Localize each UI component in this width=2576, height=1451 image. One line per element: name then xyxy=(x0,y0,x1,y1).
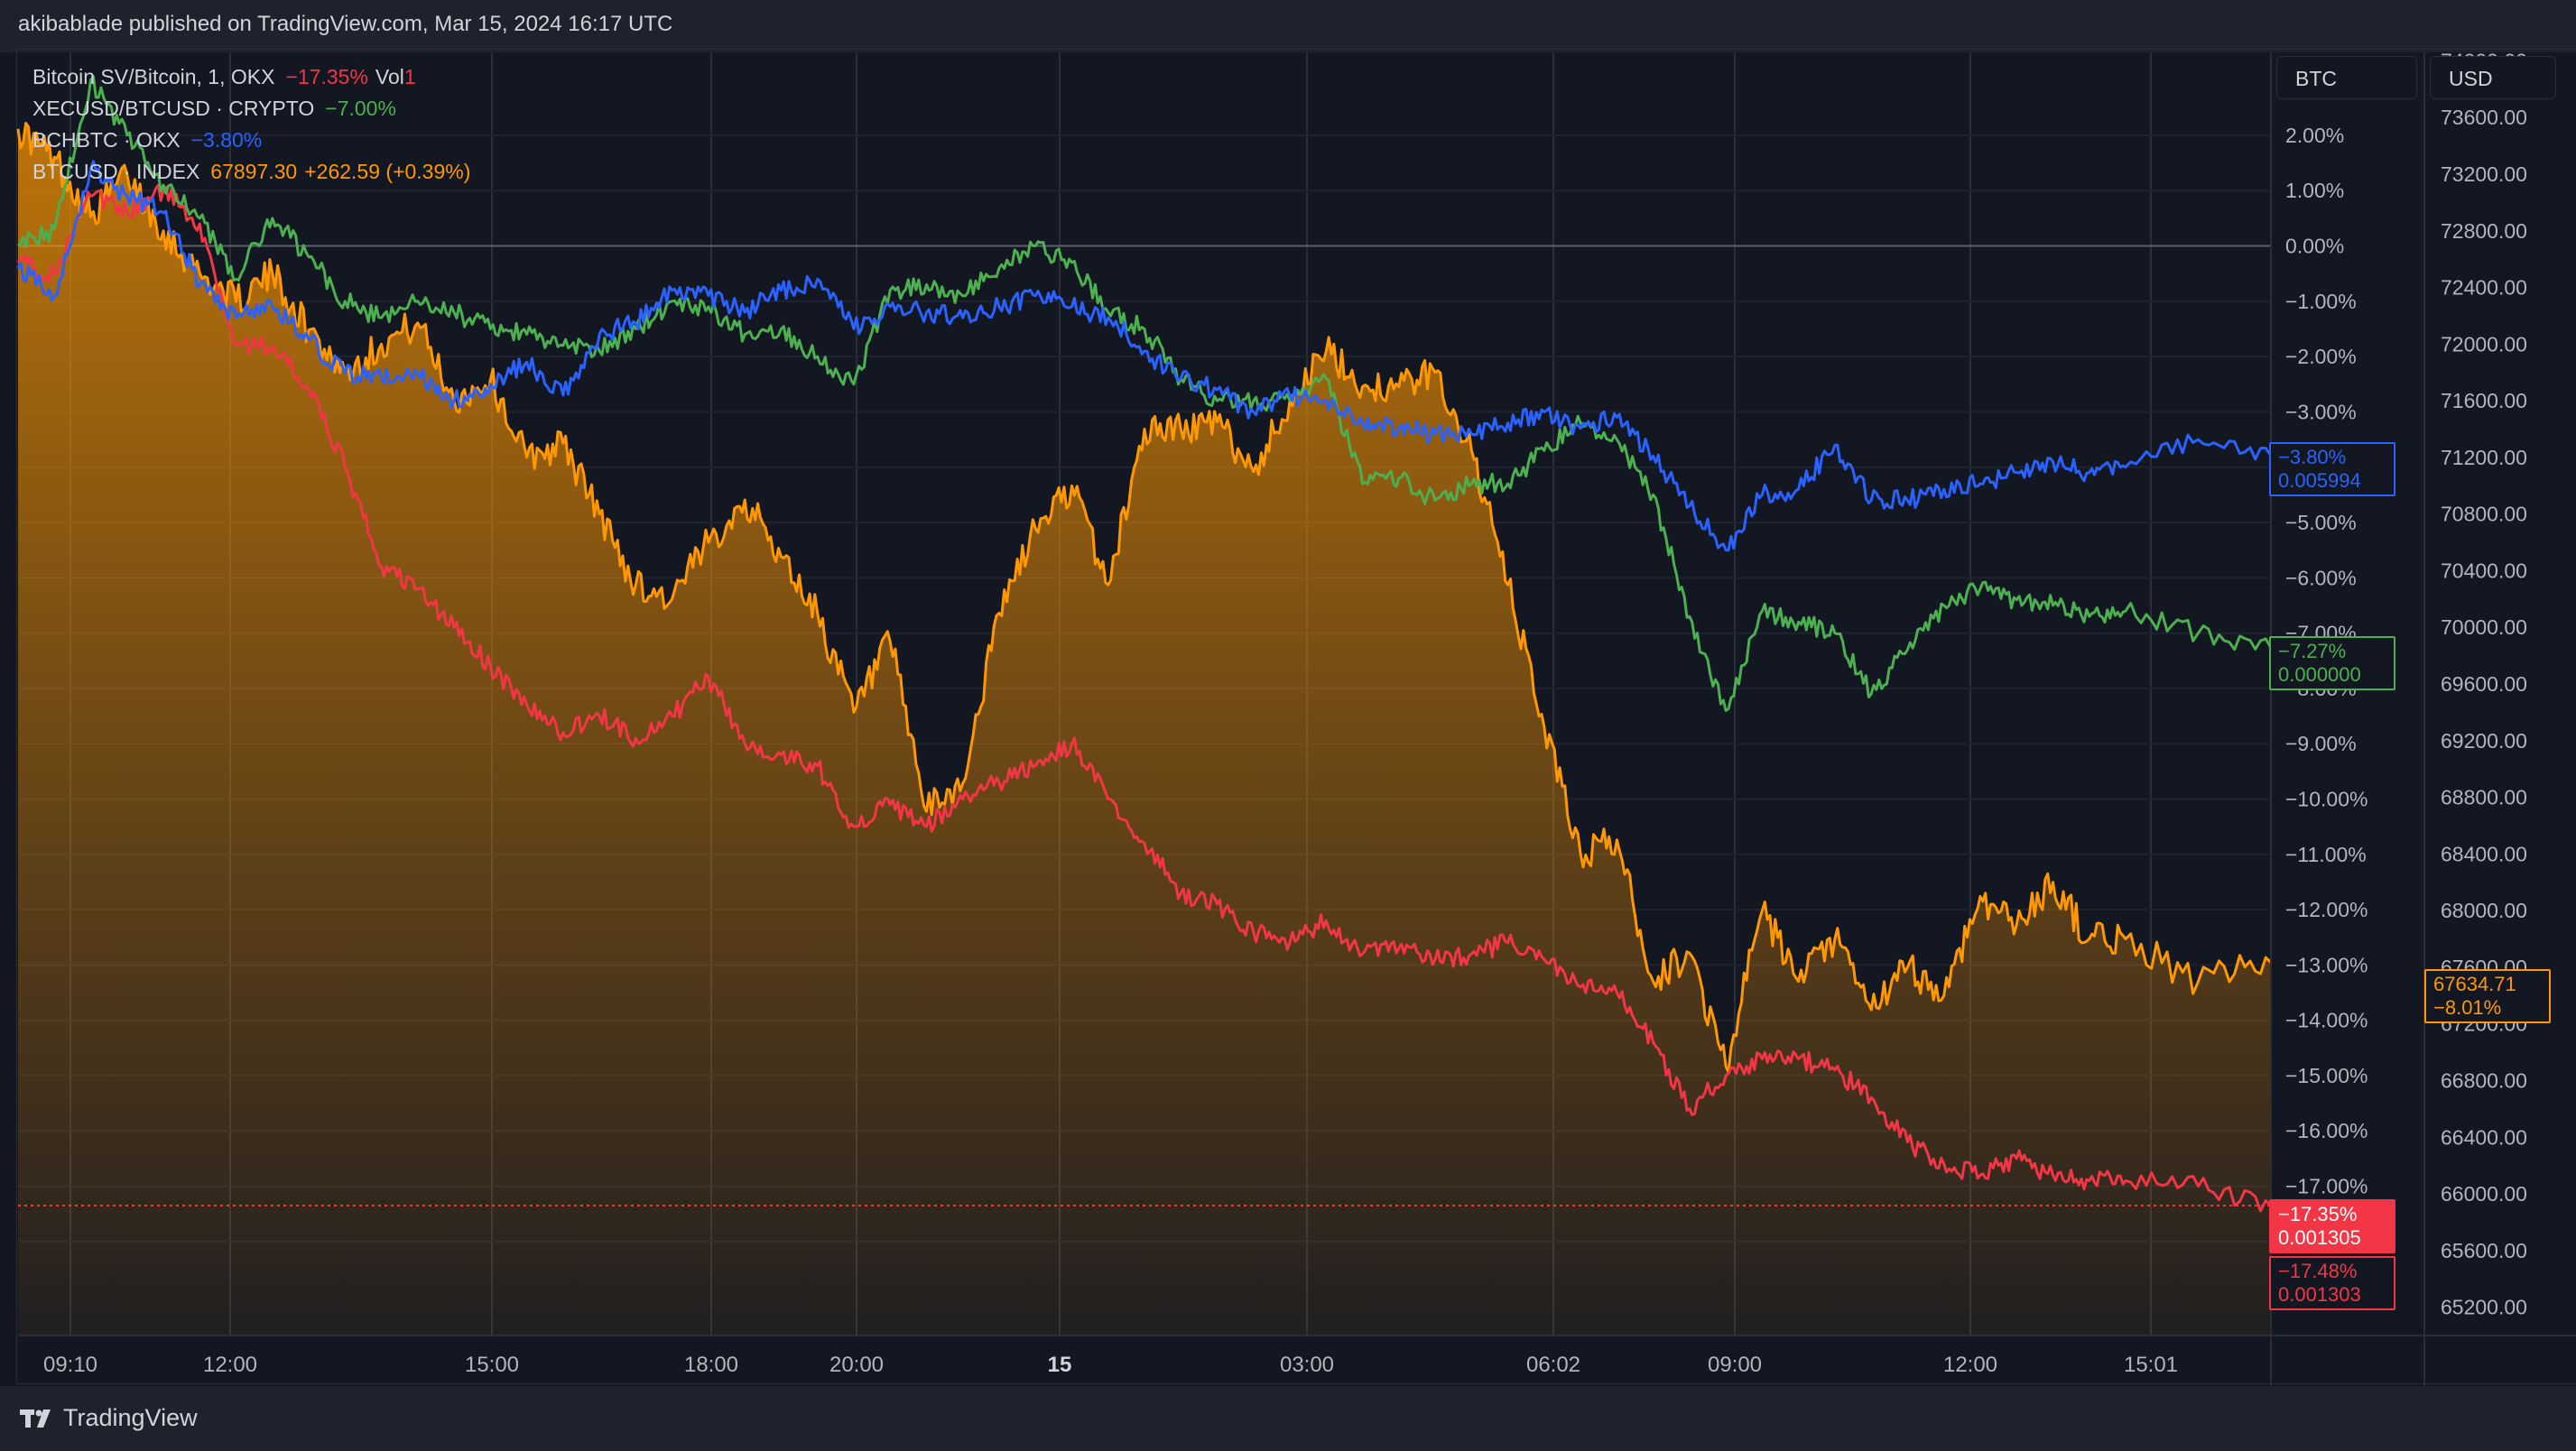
legend-symbol: XECUSD/BTCUSD · CRYPTO xyxy=(32,97,315,120)
pct-tick-label: −6.00% xyxy=(2285,566,2357,589)
pct-tick-label: −15.00% xyxy=(2285,1064,2368,1087)
xec-tag-value: 0.000000 xyxy=(2278,663,2361,686)
pct-tick-label: −13.00% xyxy=(2285,953,2368,976)
pct-tick-label: −5.00% xyxy=(2285,511,2357,534)
pct-tick-label: −9.00% xyxy=(2285,732,2357,755)
pct-tick-label: 2.00% xyxy=(2285,124,2344,147)
usd-tick-label: 72800.00 xyxy=(2441,219,2527,243)
bch-tag-value: 0.005994 xyxy=(2278,469,2361,492)
time-tick-label: 15 xyxy=(1048,1353,1072,1377)
btc-price-tag: 67634.71 −8.01% xyxy=(2424,969,2551,1023)
bsv-tag-value: 0.001305 xyxy=(2278,1226,2361,1249)
pct-tick-label: −10.00% xyxy=(2285,787,2368,810)
bch-price-tag: −3.80% 0.005994 xyxy=(2269,442,2395,496)
pct-tick-label: 1.00% xyxy=(2285,179,2344,202)
usd-tick-label: 70800.00 xyxy=(2441,503,2527,526)
xec-price-tag: −7.27% 0.000000 xyxy=(2269,636,2395,690)
usd-tick-label: 66400.00 xyxy=(2441,1125,2527,1149)
usd-tick-label: 70400.00 xyxy=(2441,559,2527,582)
legend-change: −3.80% xyxy=(190,128,263,152)
usd-tick-label: 65600.00 xyxy=(2441,1239,2527,1262)
legend-extra: +262.59 (+0.39%) xyxy=(304,160,471,183)
usd-tick-label: 71200.00 xyxy=(2441,446,2527,469)
tradingview-logo-icon xyxy=(20,1408,56,1429)
usd-tick-label: 71600.00 xyxy=(2441,389,2527,412)
xec-tag-pct: −7.27% xyxy=(2278,640,2347,662)
btc-scale-button[interactable]: BTC xyxy=(2276,56,2417,99)
time-tick-label: 12:00 xyxy=(1943,1353,1997,1377)
chart-canvas[interactable]: 2.00%1.00%0.00%−1.00%−2.00%−3.00%−4.00%−… xyxy=(0,0,2576,1451)
usd-tick-label: 68800.00 xyxy=(2441,786,2527,809)
legend-price: 67897.30 xyxy=(210,160,298,183)
time-tick-label: 09:10 xyxy=(43,1353,97,1377)
legend-change: −17.35% xyxy=(285,65,368,88)
pct-tick-label: −12.00% xyxy=(2285,898,2368,921)
pct-tick-label: −1.00% xyxy=(2285,290,2357,313)
usd-tick-label: 73600.00 xyxy=(2441,106,2527,129)
legend-symbol: Bitcoin SV/Bitcoin, 1, OKX xyxy=(32,65,275,88)
time-tick-label: 06:02 xyxy=(1526,1353,1580,1377)
legend-extra-value: 1 xyxy=(403,65,416,88)
usd-tick-label: 68400.00 xyxy=(2441,842,2527,865)
legend-row-xec[interactable]: XECUSD/BTCUSD · CRYPTO −7.00% xyxy=(32,93,470,125)
pct-tick-label: 0.00% xyxy=(2285,235,2344,258)
bsv-prev-tag-value: 0.001303 xyxy=(2278,1283,2361,1306)
pct-tick-label: −14.00% xyxy=(2285,1009,2368,1032)
bch-tag-pct: −3.80% xyxy=(2278,446,2347,468)
usd-tick-label: 65200.00 xyxy=(2441,1296,2527,1319)
time-tick-label: 12:00 xyxy=(203,1353,257,1377)
legend-change: −7.00% xyxy=(325,97,396,120)
pct-tick-label: −2.00% xyxy=(2285,345,2357,368)
pct-tick-label: −17.00% xyxy=(2285,1175,2368,1198)
legend-extra: Vol xyxy=(375,65,404,88)
bottom-bar xyxy=(0,1386,2576,1451)
pct-tick-label: −16.00% xyxy=(2285,1119,2368,1142)
time-tick-label: 15:00 xyxy=(465,1353,519,1377)
time-tick-label: 20:00 xyxy=(829,1353,884,1377)
time-tick-label: 09:00 xyxy=(1708,1353,1762,1377)
legend-row-bsv[interactable]: Bitcoin SV/Bitcoin, 1, OKX −17.35% Vol1 xyxy=(32,61,470,93)
btc-tag-pct: −8.01% xyxy=(2433,996,2502,1019)
bsv-price-tag-current: −17.35% 0.001305 xyxy=(2269,1199,2395,1253)
tradingview-brand[interactable]: TradingView xyxy=(20,1404,198,1432)
legend-row-btc[interactable]: BTCUSD · INDEX 67897.30 +262.59 (+0.39%) xyxy=(32,156,470,188)
chart-legend: Bitcoin SV/Bitcoin, 1, OKX −17.35% Vol1 XE… xyxy=(32,61,470,188)
usd-tick-label: 72400.00 xyxy=(2441,276,2527,300)
legend-symbol: BCHBTC · OKX xyxy=(32,128,181,152)
usd-tick-label: 70000.00 xyxy=(2441,615,2527,639)
bsv-price-tag-prev: −17.48% 0.001303 xyxy=(2269,1256,2395,1310)
bsv-prev-tag-pct: −17.48% xyxy=(2278,1260,2358,1282)
time-tick-label: 15:01 xyxy=(2124,1353,2178,1377)
usd-tick-label: 66000.00 xyxy=(2441,1182,2527,1206)
pct-tick-label: −11.00% xyxy=(2285,843,2367,866)
legend-symbol: BTCUSD · INDEX xyxy=(32,160,200,183)
usd-tick-label: 66800.00 xyxy=(2441,1068,2527,1092)
usd-tick-label: 72000.00 xyxy=(2441,332,2527,356)
usd-tick-label: 69600.00 xyxy=(2441,672,2527,696)
usd-tick-label: 69200.00 xyxy=(2441,729,2527,753)
time-tick-label: 18:00 xyxy=(684,1353,738,1377)
btc-tag-price: 67634.71 xyxy=(2433,973,2516,995)
usd-tick-label: 68000.00 xyxy=(2441,899,2527,922)
usd-tick-label: 73200.00 xyxy=(2441,162,2527,186)
legend-row-bch[interactable]: BCHBTC · OKX −3.80% xyxy=(32,125,470,156)
usd-scale-button[interactable]: USD xyxy=(2430,56,2556,99)
pct-tick-label: −3.00% xyxy=(2285,400,2357,423)
time-tick-label: 03:00 xyxy=(1280,1353,1334,1377)
brand-label: TradingView xyxy=(63,1404,198,1431)
bsv-tag-pct: −17.35% xyxy=(2278,1203,2358,1225)
